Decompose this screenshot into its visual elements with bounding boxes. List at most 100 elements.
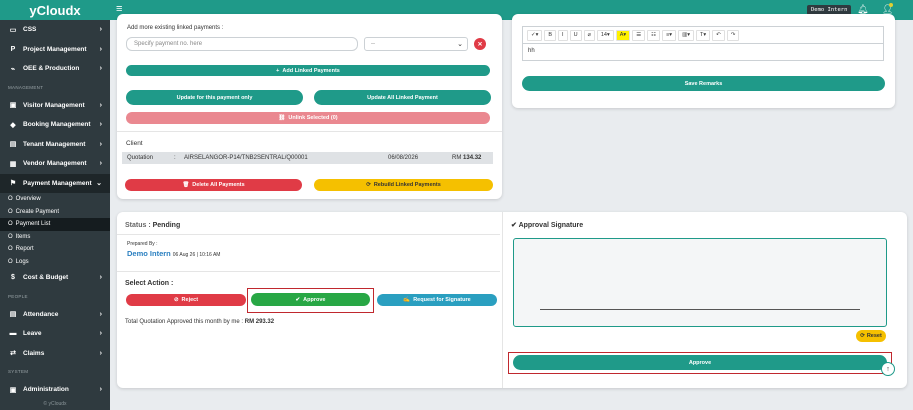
select-action-label: Select Action : [125, 280, 174, 287]
notification-dot [889, 3, 893, 7]
refresh-icon: ⟳ [366, 182, 371, 188]
sidebar-item-label: Booking Management [23, 121, 91, 129]
nav-icon: ▭ [9, 26, 17, 34]
sidebar: yCloudx ▭ CSS › P Project Management › ⌁ OEE & … [0, 0, 110, 410]
sidebar-sub-logs[interactable]: O Logs [0, 256, 110, 269]
status-card: Status : Pending Prepared By : Demo Inte… [117, 212, 907, 388]
nav-icon: ▬ [9, 330, 17, 338]
ordered-list-button[interactable]: ☷ [647, 29, 661, 41]
chevron-right-icon: › [99, 26, 102, 34]
font-size-select[interactable]: 14▾ [596, 29, 614, 41]
sidebar-item-claims[interactable]: ⇄ Claims › [0, 344, 110, 364]
prepared-by-label: Prepared By : [127, 241, 158, 247]
sidebar-item-payment-management[interactable]: ⚑ Payment Management ⌄ [0, 173, 110, 193]
sidebar-item-label: OEE & Production [23, 65, 80, 73]
ban-icon: ⊘ [173, 297, 179, 303]
nav-icon: P [10, 45, 16, 53]
signature-line [540, 309, 860, 310]
prepared-by: Demo Intern 06 Aug 26 | 10:16 AM [127, 249, 220, 258]
sidebar-item-label: Tenant Management [23, 140, 86, 148]
remarks-text: hh [528, 48, 535, 54]
nav-icon: ⇄ [10, 350, 16, 358]
sidebar-sub-report[interactable]: O Report [0, 243, 110, 256]
sidebar-item-tenant-management[interactable]: ▤ Tenant Management › [0, 135, 110, 155]
sidebar-item-leave[interactable]: ▬ Leave › [0, 324, 110, 344]
divider [117, 131, 502, 132]
arrow-up-icon: ↑ [886, 365, 890, 373]
nav-icon: ▣ [9, 102, 17, 110]
divider [117, 234, 500, 235]
style-select[interactable]: T▾ [696, 29, 711, 41]
sidebar-item-project-management[interactable]: P Project Management › [0, 40, 110, 60]
circle-icon: O [8, 258, 13, 265]
sidebar-sub-label: Items [15, 233, 31, 240]
clear-format-button[interactable]: ⌀ [583, 29, 595, 41]
add-linked-payments-button[interactable]: + Add Linked Payments [126, 65, 490, 76]
sidebar-item-booking-management[interactable]: ◆ Booking Management › [0, 115, 110, 135]
unlink-icon: ⛓ [278, 115, 286, 121]
signature-icon: ✍ [403, 297, 411, 303]
section-management: MANAGEMENT [8, 84, 44, 90]
paragraph-select[interactable]: ≡▾ [662, 29, 677, 41]
table-select[interactable]: ▥▾ [678, 29, 695, 41]
check-icon: ✔ [295, 296, 301, 303]
sidebar-item-label: Claims [23, 349, 45, 357]
clear-payment-button[interactable]: ✕ [474, 38, 486, 50]
reject-button[interactable]: ⊘ Reject [126, 294, 246, 306]
client-date: 06/08/2026 [388, 155, 419, 161]
linked-payments-title: Add more existing linked payments : [127, 25, 224, 31]
update-all-linked-button[interactable]: Update All Linked Payment [314, 90, 491, 105]
unordered-list-button[interactable]: ☰ [632, 29, 646, 41]
chevron-right-icon: › [99, 160, 102, 168]
underline-button[interactable]: U [569, 29, 582, 41]
italic-button[interactable]: I [558, 29, 568, 41]
unlink-selected-button[interactable]: ⛓ Unlink Selected (0) [126, 112, 490, 124]
sidebar-sub-create-payment[interactable]: O Create Payment [0, 206, 110, 219]
dollar-icon: $ [11, 274, 15, 282]
rebuild-linked-payments-button[interactable]: ⟳ Rebuild Linked Payments [314, 179, 493, 191]
sidebar-item-oee-production[interactable]: ⌁ OEE & Production › [0, 59, 110, 79]
prepared-by-name[interactable]: Demo Intern [127, 249, 171, 258]
request-signature-button[interactable]: ✍ Request for Signature [377, 294, 497, 306]
sidebar-item-vendor-management[interactable]: ▦ Vendor Management › [0, 154, 110, 174]
approve-signature-button[interactable]: Approve [513, 355, 887, 370]
sidebar-sub-label: Payment List [15, 221, 51, 228]
linked-payments-card: Add more existing linked payments : Spec… [117, 14, 502, 199]
sidebar-item-label: Cost & Budget [23, 274, 69, 282]
reset-signature-button[interactable]: ⟳ Reset [856, 330, 886, 342]
remarks-editor[interactable]: hh [522, 43, 884, 61]
total-approved: Total Quotation Approved this month by m… [125, 319, 275, 325]
sidebar-sub-items[interactable]: O Items [0, 231, 110, 244]
pen-icon[interactable]: ✓▾ [527, 29, 543, 41]
sidebar-sub-overview[interactable]: O Overview [0, 193, 110, 206]
circle-icon: O [8, 221, 13, 228]
plus-icon: + [276, 67, 280, 74]
sidebar-item-label: Payment Management [23, 179, 92, 187]
update-this-payment-button[interactable]: Update for this payment only [126, 90, 303, 105]
undo-button[interactable]: ↶ [712, 29, 725, 41]
sidebar-item-css[interactable]: ▭ CSS › [0, 20, 110, 40]
sidebar-item-attendance[interactable]: ▤ Attendance › [0, 305, 110, 325]
chevron-right-icon: › [99, 65, 102, 73]
client-row: Quotation : AIRSELANGOR-P14/TNB2SENTRAL/… [122, 152, 493, 164]
chevron-right-icon: › [99, 386, 102, 394]
approve-action-button[interactable]: ✔ Approve [251, 293, 370, 306]
sidebar-item-visitor-management[interactable]: ▣ Visitor Management › [0, 96, 110, 116]
redo-button[interactable]: ↷ [726, 29, 740, 41]
brand-logo[interactable]: yCloudx [0, 0, 110, 20]
save-remarks-button[interactable]: Save Remarks [522, 76, 885, 91]
font-color-select[interactable]: A▾ [615, 29, 631, 41]
payment-no-input[interactable]: Specify payment no. here [126, 37, 358, 51]
chevron-right-icon: › [99, 310, 102, 318]
scroll-top-button[interactable]: ↑ [881, 362, 895, 376]
delete-all-payments-button[interactable]: 🗑︎ Delete All Payments [125, 179, 302, 191]
approval-signature-title: ✔ Approval Signature [511, 222, 584, 229]
refresh-icon: ⟳ [860, 333, 865, 339]
sidebar-item-cost-budget[interactable]: $ Cost & Budget › [0, 268, 110, 288]
bold-button[interactable]: B [544, 29, 557, 41]
sidebar-sub-payment-list[interactable]: O Payment List [0, 218, 110, 231]
payment-select[interactable]: -- ⌄ [364, 37, 468, 51]
signature-pad[interactable] [513, 238, 887, 327]
sidebar-item-label: Administration [23, 386, 69, 394]
circle-icon: O [8, 208, 13, 215]
